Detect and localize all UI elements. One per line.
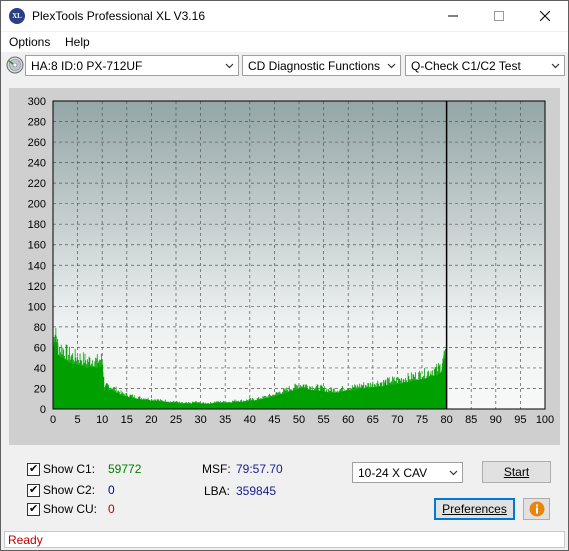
y-tick-label: 240 bbox=[28, 158, 46, 170]
checkmark-icon: ✔ bbox=[29, 503, 39, 515]
app-logo-icon: XL bbox=[9, 8, 25, 24]
speed-select-value: 10-24 X CAV bbox=[358, 466, 428, 480]
toolbar: HA:8 ID:0 PX-712UF CD Diagnostic Functio… bbox=[1, 53, 568, 81]
x-tick-label: 45 bbox=[268, 414, 280, 426]
y-tick-label: 300 bbox=[28, 96, 46, 108]
y-tick-label: 60 bbox=[34, 342, 46, 354]
preferences-button-label: Preferences bbox=[442, 502, 507, 516]
x-tick-label: 15 bbox=[121, 414, 133, 426]
start-button[interactable]: Start bbox=[482, 461, 551, 483]
x-tick-label: 80 bbox=[440, 414, 452, 426]
show-cu-label: Show CU: bbox=[43, 502, 98, 516]
chevron-down-icon bbox=[551, 63, 560, 69]
plot-area bbox=[53, 101, 545, 409]
minimize-icon bbox=[448, 15, 458, 17]
y-tick-label: 140 bbox=[28, 260, 46, 272]
chevron-down-icon bbox=[387, 63, 396, 69]
drive-select[interactable]: HA:8 ID:0 PX-712UF bbox=[25, 55, 239, 76]
chevron-down-icon bbox=[225, 63, 234, 69]
x-tick-label: 25 bbox=[170, 414, 182, 426]
x-tick-label: 0 bbox=[50, 414, 56, 426]
y-tick-label: 120 bbox=[28, 281, 46, 293]
y-tick-label: 220 bbox=[28, 178, 46, 190]
menu-options[interactable]: Options bbox=[9, 35, 50, 49]
menu-bar: Options Help bbox=[1, 32, 568, 53]
chart-panel: 0 5 10 15 20 25 30 35 40 45 50 55 60 65 70 75 80 85 90 95 10… bbox=[9, 88, 560, 445]
function-select-value: CD Diagnostic Functions bbox=[248, 59, 381, 73]
lba-value: 359845 bbox=[236, 484, 277, 498]
disc-drive-icon bbox=[6, 56, 24, 74]
c1c2-chart: 0 5 10 15 20 25 30 35 40 45 50 55 60 65 70 75 80 85 90 95 10… bbox=[28, 96, 555, 426]
x-tick-label: 65 bbox=[367, 414, 379, 426]
x-tick-label: 100 bbox=[536, 414, 554, 426]
close-icon bbox=[540, 11, 550, 21]
maximize-button[interactable] bbox=[476, 1, 522, 31]
y-tick-label: 40 bbox=[34, 363, 46, 375]
status-field: Ready bbox=[4, 531, 565, 548]
checkmark-icon: ✔ bbox=[29, 484, 39, 496]
x-tick-label: 60 bbox=[342, 414, 354, 426]
y-tick-label: 80 bbox=[34, 322, 46, 334]
y-tick-label: 180 bbox=[28, 219, 46, 231]
x-tick-label: 30 bbox=[194, 414, 206, 426]
x-tick-label: 20 bbox=[145, 414, 157, 426]
y-tick-label: 100 bbox=[28, 301, 46, 313]
status-text: Ready bbox=[8, 533, 43, 547]
test-select-value: Q-Check C1/C2 Test bbox=[411, 59, 521, 73]
preferences-button[interactable]: Preferences bbox=[434, 498, 515, 520]
y-tick-label: 200 bbox=[28, 199, 46, 211]
speed-select[interactable]: 10-24 X CAV bbox=[352, 462, 463, 483]
c2-value: 0 bbox=[108, 483, 115, 497]
x-tick-label: 55 bbox=[317, 414, 329, 426]
status-bar: Ready bbox=[1, 530, 568, 550]
function-select[interactable]: CD Diagnostic Functions bbox=[242, 55, 401, 76]
minimize-button[interactable] bbox=[430, 1, 476, 31]
checkmark-icon: ✔ bbox=[29, 463, 39, 475]
window-title: PlexTools Professional XL V3.16 bbox=[32, 9, 205, 23]
y-tick-label: 160 bbox=[28, 240, 46, 252]
x-tick-label: 10 bbox=[96, 414, 108, 426]
y-tick-label: 0 bbox=[40, 404, 46, 416]
x-tick-label: 95 bbox=[514, 414, 526, 426]
x-tick-label: 40 bbox=[244, 414, 256, 426]
x-tick-label: 35 bbox=[219, 414, 231, 426]
close-button[interactable] bbox=[522, 1, 568, 31]
show-c1-label: Show C1: bbox=[43, 462, 96, 476]
x-tick-label: 90 bbox=[490, 414, 502, 426]
cu-value: 0 bbox=[108, 502, 115, 516]
x-tick-label: 75 bbox=[416, 414, 428, 426]
info-button[interactable] bbox=[523, 498, 550, 520]
lba-label: LBA: bbox=[204, 484, 231, 498]
info-icon bbox=[529, 501, 545, 517]
x-tick-label: 50 bbox=[293, 414, 305, 426]
drive-select-value: HA:8 ID:0 PX-712UF bbox=[31, 59, 143, 73]
title-bar: XL PlexTools Professional XL V3.16 bbox=[1, 1, 568, 31]
maximize-icon bbox=[494, 11, 504, 21]
menu-help[interactable]: Help bbox=[65, 35, 90, 49]
msf-label: MSF: bbox=[202, 462, 231, 476]
test-select[interactable]: Q-Check C1/C2 Test bbox=[405, 55, 565, 76]
start-button-label: Start bbox=[503, 465, 530, 479]
y-tick-label: 260 bbox=[28, 137, 46, 149]
c1-value: 59772 bbox=[108, 462, 142, 476]
y-tick-label: 20 bbox=[34, 383, 46, 395]
main-window: XL PlexTools Professional XL V3.16 Optio… bbox=[0, 0, 569, 551]
x-tick-label: 85 bbox=[465, 414, 477, 426]
x-tick-label: 70 bbox=[391, 414, 403, 426]
x-tick-label: 5 bbox=[75, 414, 81, 426]
msf-value: 79:57.70 bbox=[236, 462, 283, 476]
y-tick-label: 280 bbox=[28, 117, 46, 129]
show-c2-label: Show C2: bbox=[43, 483, 96, 497]
chevron-down-icon bbox=[449, 470, 458, 476]
